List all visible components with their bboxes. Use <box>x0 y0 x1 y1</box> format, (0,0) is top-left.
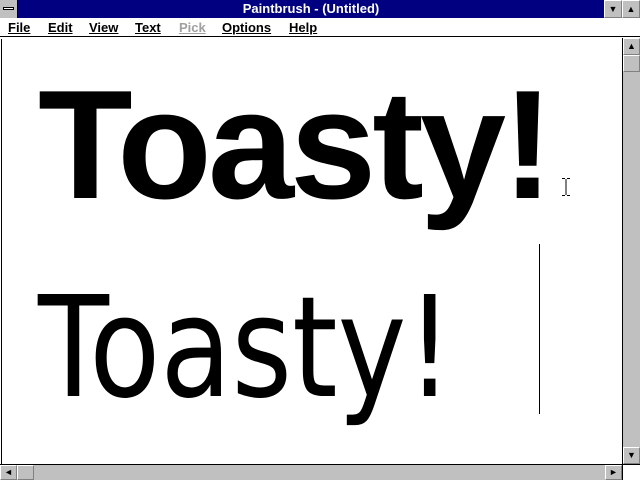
menu-pick: Pick <box>179 20 206 35</box>
scroll-left-button[interactable]: ◄ <box>0 465 17 480</box>
scrollbar-corner <box>622 464 640 480</box>
menu-view[interactable]: View <box>89 19 118 36</box>
horizontal-scrollbar[interactable]: ◄ ► <box>0 464 622 480</box>
menu-help[interactable]: Help <box>289 19 317 36</box>
vertical-scroll-thumb[interactable] <box>623 55 640 72</box>
ibeam-cursor-icon <box>562 178 570 196</box>
menu-edit[interactable]: Edit <box>48 19 73 36</box>
system-menu-button[interactable] <box>0 0 18 18</box>
horizontal-scroll-thumb[interactable] <box>17 465 34 480</box>
scroll-up-button[interactable]: ▲ <box>623 38 640 55</box>
menu-text[interactable]: Text <box>135 19 161 36</box>
menu-file[interactable]: File <box>8 19 30 36</box>
canvas-text-small: Toasty! <box>38 267 453 430</box>
drawing-canvas[interactable]: Toasty! Toasty! <box>1 39 621 464</box>
menu-options[interactable]: Options <box>222 19 271 36</box>
minimize-button[interactable]: ▼ <box>604 0 622 18</box>
scroll-right-button[interactable]: ► <box>605 465 622 480</box>
text-insertion-caret <box>539 244 540 414</box>
title-bar: Paintbrush - (Untitled) ▼ ▲ <box>0 0 640 18</box>
scroll-down-button[interactable]: ▼ <box>623 447 640 464</box>
canvas-text-large: Toasty! <box>38 58 554 231</box>
system-menu-icon <box>3 7 14 10</box>
vertical-scrollbar[interactable]: ▲ ▼ <box>622 38 640 464</box>
menu-bar: File Edit View Text Pick Options Help <box>0 18 640 37</box>
window-title: Paintbrush - (Untitled) <box>242 1 380 16</box>
maximize-button[interactable]: ▲ <box>622 0 640 18</box>
